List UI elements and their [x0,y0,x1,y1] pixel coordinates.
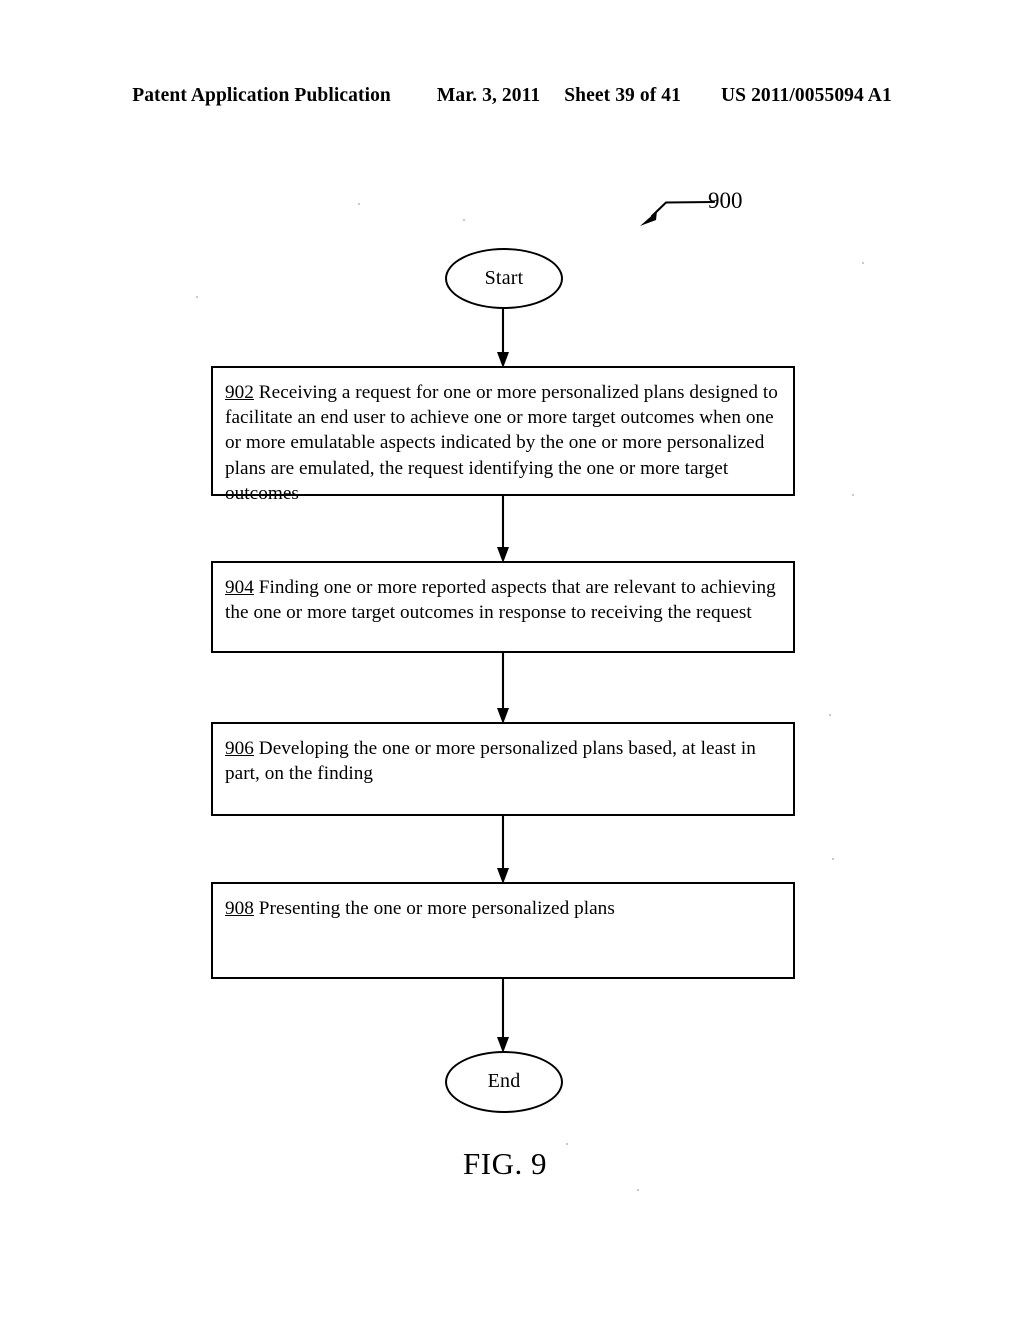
scan-speck [358,203,360,205]
connector-906-to-908 [497,815,509,884]
scan-speck [832,858,834,860]
scan-speck [862,262,864,264]
process-box-904: 904 Finding one or more reported aspects… [211,561,795,653]
process-box-904-body: Finding one or more reported aspects tha… [225,577,776,624]
process-box-906-body: Developing the one or more personalized … [225,738,756,785]
terminator-start-label: Start [484,266,524,289]
scan-speck [463,219,465,221]
process-box-906: 906 Developing the one or more personali… [211,722,795,816]
process-box-906-number: 906 [225,738,254,759]
process-box-902-number: 902 [225,382,254,403]
process-box-908-text: 908 Presenting the one or more personali… [225,896,779,921]
process-box-908-number: 908 [225,898,254,919]
process-box-902-text: 902 Receiving a request for one or more … [225,380,779,506]
connector-904-to-906 [497,652,509,724]
scan-speck [566,1143,568,1145]
terminator-end-label: End [487,1070,521,1092]
scan-speck [196,296,198,298]
scan-speck [637,1189,639,1191]
flowchart-figure: 900 Start 902 Receiving a request for on… [0,0,1024,1320]
process-box-904-text: 904 Finding one or more reported aspects… [225,575,779,625]
leader-line-arrow-icon [640,200,716,226]
connector-908-to-end [497,978,509,1053]
connector-start-to-902 [497,308,509,368]
terminator-start: Start [445,248,563,309]
process-box-902: 902 Receiving a request for one or more … [211,366,795,504]
scan-speck [852,494,854,496]
process-box-902-body: Receiving a request for one or more pers… [225,382,778,504]
process-box-904-number: 904 [225,577,254,598]
terminator-end: End [445,1051,563,1113]
process-box-908: 908 Presenting the one or more personali… [211,882,795,979]
connector-902-to-904 [497,495,509,563]
process-box-908-body: Presenting the one or more personalized … [253,898,615,919]
process-box-906-text: 906 Developing the one or more personali… [225,736,779,786]
figure-caption: FIG. 9 [463,1146,547,1181]
scan-speck [829,714,831,716]
